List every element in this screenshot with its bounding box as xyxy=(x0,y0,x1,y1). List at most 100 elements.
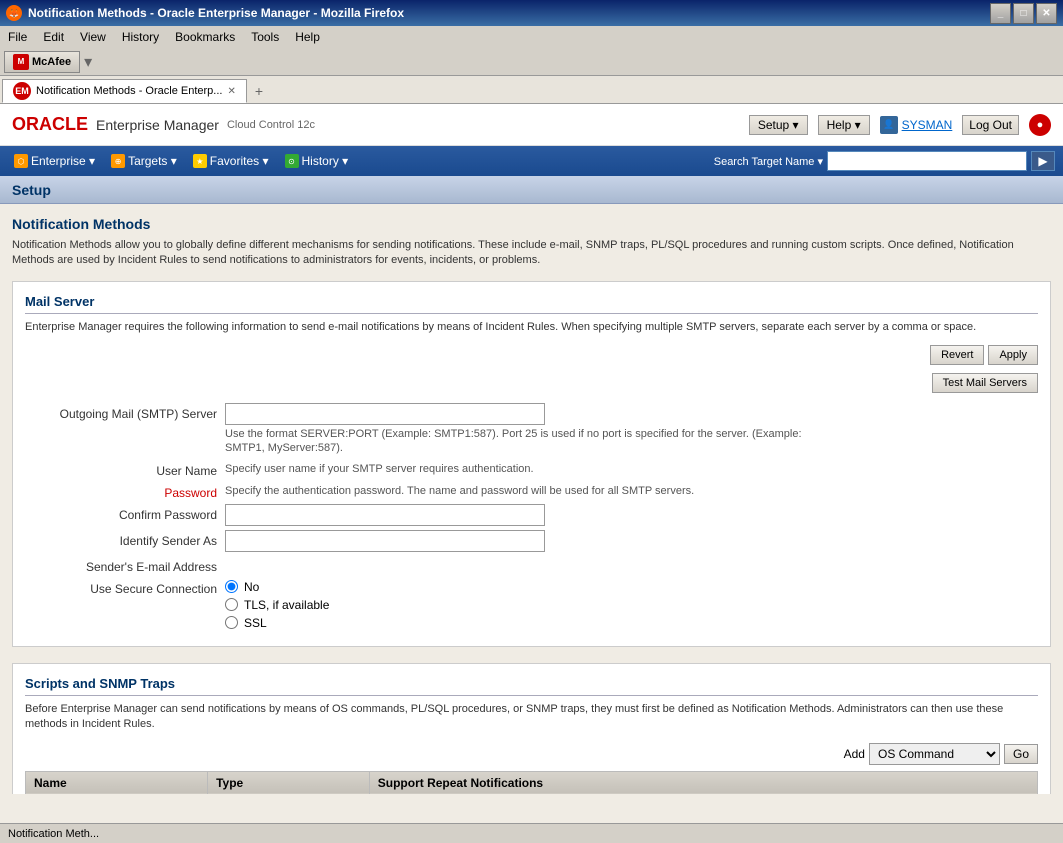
radio-ssl-label: SSL xyxy=(244,616,267,630)
username-field-wrap: Specify user name if your SMTP server re… xyxy=(225,460,1038,476)
window-titlebar: 🦊 Notification Methods - Oracle Enterpri… xyxy=(0,0,1063,26)
oracle-header: ORACLE Enterprise Manager Cloud Control … xyxy=(0,104,1063,146)
username-link[interactable]: SYSMAN xyxy=(902,118,953,132)
add-row: Add OS Command PL/SQL Procedure SNMP Tra… xyxy=(25,743,1038,765)
nm-section-title: Notification Methods xyxy=(12,216,1051,232)
mail-server-box: Mail Server Enterprise Manager requires … xyxy=(12,281,1051,647)
close-button[interactable]: ✕ xyxy=(1036,3,1057,24)
radio-tls[interactable]: TLS, if available xyxy=(225,598,1038,612)
secure-connection-row: Use Secure Connection No TLS, if availab… xyxy=(25,578,1038,630)
user-icon: 👤 xyxy=(880,116,898,134)
mail-server-desc: Enterprise Manager requires the followin… xyxy=(25,320,1038,335)
col-repeat: Support Repeat Notifications xyxy=(369,771,1037,794)
favorites-menu-button[interactable]: ★ Favorites ▾ xyxy=(187,152,275,170)
outgoing-server-field-wrap: Use the format SERVER:PORT (Example: SMT… xyxy=(225,403,1038,456)
mcafee-button[interactable]: M McAfee xyxy=(4,51,80,73)
toolbar-dropdown[interactable]: ▾ xyxy=(84,52,92,72)
confirm-password-input[interactable] xyxy=(225,504,545,526)
nav-bar: ⬡ Enterprise ▾ ⊕ Targets ▾ ★ Favorites ▾… xyxy=(0,146,1063,176)
nav-right: Search Target Name ▾ ▶ xyxy=(714,151,1055,171)
password-hint: Specify the authentication password. The… xyxy=(225,484,825,498)
tab-close-button[interactable]: ✕ xyxy=(227,86,235,97)
favorites-icon: ★ xyxy=(193,154,207,168)
search-go-button[interactable]: ▶ xyxy=(1031,151,1055,171)
targets-label: Targets ▾ xyxy=(128,154,177,168)
confirm-password-label: Confirm Password xyxy=(25,504,225,522)
apply-button[interactable]: Apply xyxy=(988,345,1038,365)
notification-methods-table: Name Type Support Repeat Notifications N… xyxy=(25,771,1038,794)
enterprise-menu-button[interactable]: ⬡ Enterprise ▾ xyxy=(8,152,101,170)
radio-no-input[interactable] xyxy=(225,580,238,593)
menu-bookmarks[interactable]: Bookmarks xyxy=(167,28,243,46)
status-text: Notification Meth... xyxy=(8,828,99,840)
favorites-label: Favorites ▾ xyxy=(210,154,269,168)
menu-file[interactable]: File xyxy=(0,28,35,46)
targets-menu-button[interactable]: ⊕ Targets ▾ xyxy=(105,152,183,170)
username-label: User Name xyxy=(25,460,225,478)
mail-server-actions: Revert Apply xyxy=(25,345,1038,365)
search-target-input[interactable] xyxy=(827,151,1027,171)
history-menu-button[interactable]: ⊙ History ▾ xyxy=(279,152,355,170)
radio-no[interactable]: No xyxy=(225,580,1038,594)
identify-sender-input[interactable] xyxy=(225,530,545,552)
main-content: Notification Methods Notification Method… xyxy=(0,204,1063,823)
menu-bar: File Edit View History Bookmarks Tools H… xyxy=(0,26,1063,48)
col-name: Name xyxy=(26,771,208,794)
enterprise-label: Enterprise ▾ xyxy=(31,154,95,168)
logout-button[interactable]: Log Out xyxy=(962,115,1019,135)
add-label: Add xyxy=(844,747,865,761)
new-tab-button[interactable]: + xyxy=(247,79,271,103)
menu-edit[interactable]: Edit xyxy=(35,28,72,46)
add-type-select[interactable]: OS Command PL/SQL Procedure SNMP Trap xyxy=(869,743,1000,765)
username-hint: Specify user name if your SMTP server re… xyxy=(225,462,825,476)
radio-ssl-input[interactable] xyxy=(225,616,238,629)
confirm-password-row: Confirm Password xyxy=(25,504,1038,526)
confirm-password-field-wrap xyxy=(225,504,1038,526)
firefox-icon: 🦊 xyxy=(6,5,22,21)
status-bar: Notification Meth... xyxy=(0,823,1063,843)
scripts-snmp-box: Scripts and SNMP Traps Before Enterprise… xyxy=(12,663,1051,794)
nm-section-desc: Notification Methods allow you to global… xyxy=(12,238,1051,269)
test-mail-servers-button[interactable]: Test Mail Servers xyxy=(932,373,1038,393)
window-title: Notification Methods - Oracle Enterprise… xyxy=(28,6,404,20)
tab-bar: EM Notification Methods - Oracle Enterp.… xyxy=(0,76,1063,104)
main-tab[interactable]: EM Notification Methods - Oracle Enterp.… xyxy=(2,79,247,103)
mcafee-icon: M xyxy=(13,54,29,70)
outgoing-server-input[interactable] xyxy=(225,403,545,425)
radio-tls-input[interactable] xyxy=(225,598,238,611)
minimize-button[interactable]: _ xyxy=(990,3,1011,24)
nav-left: ⬡ Enterprise ▾ ⊕ Targets ▾ ★ Favorites ▾… xyxy=(8,152,354,170)
window-controls[interactable]: _ □ ✕ xyxy=(990,3,1057,24)
sender-email-row: Sender's E-mail Address xyxy=(25,556,1038,574)
secure-connection-label: Use Secure Connection xyxy=(25,578,225,596)
col-type: Type xyxy=(208,771,370,794)
enterprise-icon: ⬡ xyxy=(14,154,28,168)
menu-view[interactable]: View xyxy=(72,28,114,46)
user-info: 👤 SYSMAN xyxy=(880,116,953,134)
revert-button[interactable]: Revert xyxy=(930,345,984,365)
radio-ssl[interactable]: SSL xyxy=(225,616,1038,630)
go-button[interactable]: Go xyxy=(1004,744,1038,764)
menu-help[interactable]: Help xyxy=(287,28,328,46)
password-row: Password Specify the authentication pass… xyxy=(25,482,1038,500)
oracle-logo-text: ORACLE xyxy=(12,114,88,135)
secure-connection-radio-group: No TLS, if available SSL xyxy=(225,578,1038,630)
outgoing-server-hint: Use the format SERVER:PORT (Example: SMT… xyxy=(225,427,825,456)
menu-history[interactable]: History xyxy=(114,28,167,46)
mcafee-label: McAfee xyxy=(32,56,71,68)
identify-sender-row: Identify Sender As xyxy=(25,530,1038,552)
secure-connection-field-wrap: No TLS, if available SSL xyxy=(225,578,1038,630)
identify-sender-field-wrap xyxy=(225,530,1038,552)
outgoing-server-row: Outgoing Mail (SMTP) Server Use the form… xyxy=(25,403,1038,456)
radio-tls-label: TLS, if available xyxy=(244,598,329,612)
tab-icon: EM xyxy=(13,82,31,100)
search-target-label[interactable]: Search Target Name ▾ xyxy=(714,155,823,168)
maximize-button[interactable]: □ xyxy=(1013,3,1034,24)
toolbar: M McAfee ▾ xyxy=(0,48,1063,76)
help-dropdown-button[interactable]: Help ▾ xyxy=(818,115,870,135)
content-area: Notification Methods Notification Method… xyxy=(0,204,1063,794)
setup-dropdown-button[interactable]: Setup ▾ xyxy=(749,115,808,135)
oracle-logo: ORACLE Enterprise Manager Cloud Control … xyxy=(12,114,315,135)
menu-tools[interactable]: Tools xyxy=(243,28,287,46)
outgoing-server-label: Outgoing Mail (SMTP) Server xyxy=(25,403,225,421)
